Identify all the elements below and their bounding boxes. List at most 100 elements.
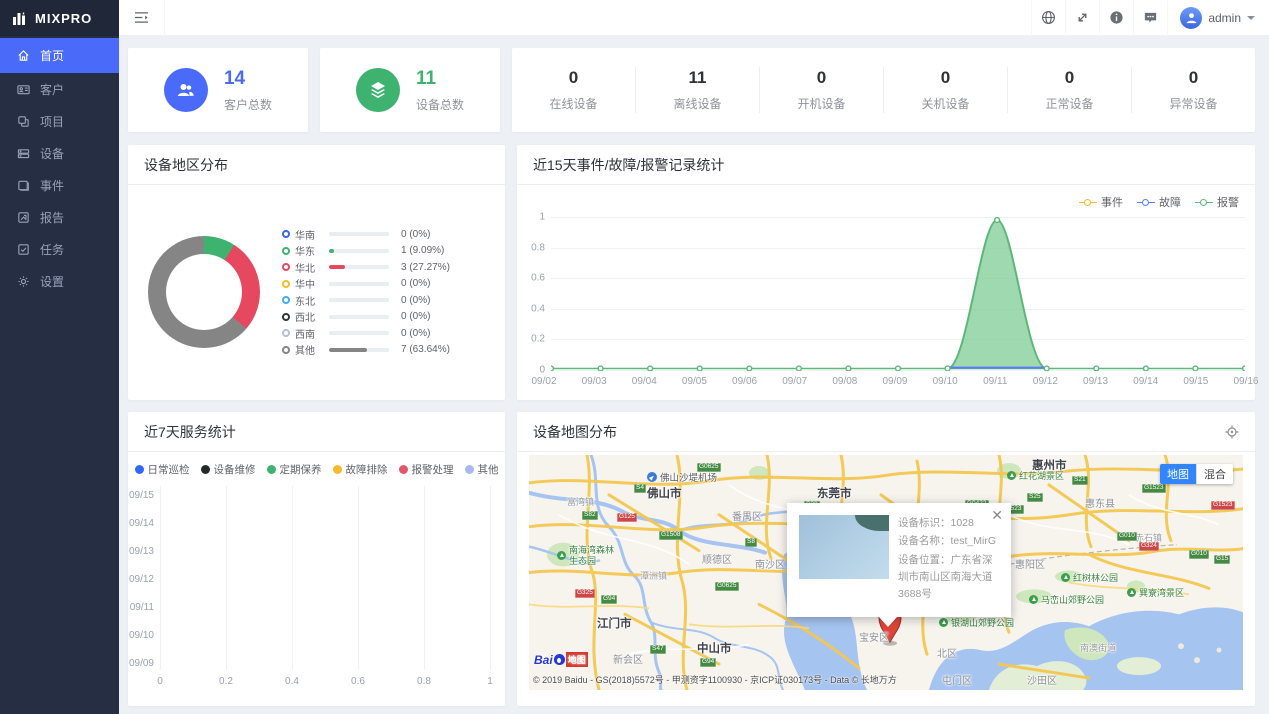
legend-row: 华中0 (0%) bbox=[282, 276, 491, 293]
avatar bbox=[1180, 7, 1202, 29]
devices-total-value: 11 bbox=[416, 68, 464, 90]
region-card-title: 设备地区分布 bbox=[128, 145, 505, 185]
y-tick: 0.8 bbox=[517, 243, 545, 254]
fullscreen-icon[interactable] bbox=[1065, 0, 1099, 36]
sidebar-item-devices[interactable]: 设备 bbox=[0, 137, 119, 169]
baidu-paw-icon bbox=[554, 654, 565, 665]
device-thumbnail bbox=[799, 515, 889, 579]
events-legend: 事件 故障 报警 bbox=[1079, 194, 1239, 210]
sidebar-item-customers[interactable]: 客户 bbox=[0, 73, 119, 105]
sidebar-item-tasks[interactable]: 任务 bbox=[0, 233, 119, 265]
legend-row: 其他7 (63.64%) bbox=[282, 342, 491, 359]
user-menu[interactable]: admin bbox=[1167, 0, 1269, 36]
legend-item[interactable]: 定期保养 bbox=[267, 462, 322, 477]
ring-marker bbox=[282, 263, 290, 271]
y-tick: 1 bbox=[517, 212, 545, 223]
message-icon[interactable] bbox=[1133, 0, 1167, 36]
sidebar-item-label: 事件 bbox=[40, 177, 64, 194]
service-legend: 日常巡检 设备维修 定期保养 故障排除 报警处理 其他 bbox=[128, 462, 505, 477]
customers-total-label: 客户总数 bbox=[224, 96, 272, 113]
map-label-park: 红树林公园 bbox=[1061, 571, 1118, 584]
park-icon bbox=[1029, 595, 1038, 604]
settings-icon bbox=[17, 275, 30, 288]
legend-item[interactable]: 报警 bbox=[1195, 194, 1239, 210]
customers-icon bbox=[164, 68, 208, 112]
road-badge: G94 bbox=[700, 658, 716, 667]
sidebar-item-projects[interactable]: 项目 bbox=[0, 105, 119, 137]
map-label-park: 南海湾森林生态园 bbox=[557, 545, 615, 567]
summary-row: 14 客户总数 11 设备总数 0在线设备 11离线设备 0 bbox=[128, 48, 1255, 132]
device-id-row: 设备标识：1028 bbox=[898, 515, 1001, 532]
charts-row-2: 近7天服务统计 日常巡检 设备维修 定期保养 故障排除 报警处理 其他 bbox=[128, 412, 1255, 706]
ring-marker bbox=[282, 296, 290, 304]
logo-icon bbox=[12, 11, 28, 25]
y-category: 09/13 bbox=[128, 546, 154, 557]
map-label-district: 北区 bbox=[937, 645, 957, 660]
sidebar-item-label: 任务 bbox=[40, 241, 64, 258]
sidebar-item-settings[interactable]: 设置 bbox=[0, 265, 119, 297]
events-card-title: 近15天事件/故障/报警记录统计 bbox=[517, 145, 1255, 185]
device-info-popup: ✕ 设备标识：1028 设备名称：test_MirG 设备位置：广东省深圳市南山… bbox=[787, 503, 1011, 617]
legend-item[interactable]: 报警处理 bbox=[399, 462, 454, 477]
road-badge: G1508 bbox=[659, 531, 683, 540]
ring-marker bbox=[282, 280, 290, 288]
sidebar-item-label: 设置 bbox=[40, 273, 64, 290]
menu-fold-icon[interactable] bbox=[119, 0, 165, 36]
road-badge: G010 bbox=[1117, 532, 1137, 541]
line-series bbox=[551, 217, 1245, 371]
map-label-district: 屯门区 bbox=[942, 672, 972, 687]
status-normal: 0正常设备 bbox=[1008, 67, 1132, 113]
legend-item[interactable]: 其他 bbox=[465, 462, 499, 477]
y-category: 09/15 bbox=[128, 490, 154, 501]
road-badge: S47 bbox=[650, 645, 666, 654]
sidebar-item-events[interactable]: 事件 bbox=[0, 169, 119, 201]
popup-tail bbox=[879, 617, 897, 627]
y-category: 09/11 bbox=[128, 602, 154, 613]
service-statistics-card: 近7天服务统计 日常巡检 设备维修 定期保养 故障排除 报警处理 其他 bbox=[128, 412, 505, 706]
close-icon[interactable]: ✕ bbox=[991, 508, 1003, 522]
legend-item[interactable]: 事件 bbox=[1079, 194, 1123, 210]
road-badge: G125 bbox=[617, 513, 637, 522]
sidebar-item-home[interactable]: 首页 bbox=[0, 38, 119, 73]
road-badge: S4 bbox=[634, 484, 646, 493]
app-logo: MIXPRO bbox=[0, 0, 119, 36]
customers-icon bbox=[17, 83, 30, 96]
status-abnormal: 0异常设备 bbox=[1132, 67, 1255, 113]
legend-row: 华北3 (27.27%) bbox=[282, 259, 491, 276]
devices-total-text: 11 设备总数 bbox=[416, 68, 464, 113]
x-axis-labels: 00.20.40.60.81 bbox=[145, 676, 505, 687]
airport-icon bbox=[647, 472, 657, 482]
map-label-town: 富湾镇 bbox=[567, 495, 594, 508]
devices-icon bbox=[17, 147, 30, 160]
baidu-map-canvas[interactable]: 佛山市 东莞市 惠州市 中山市 江门市 佛山沙堤机场 富湾镇 番禺区 顺德区 南… bbox=[529, 455, 1243, 690]
legend-item[interactable]: 故障排除 bbox=[333, 462, 388, 477]
legend-item[interactable]: 故障 bbox=[1137, 194, 1181, 210]
map-type-hybrid-button[interactable]: 混合 bbox=[1196, 464, 1233, 484]
sidebar-item-reports[interactable]: 报告 bbox=[0, 201, 119, 233]
legend-item[interactable]: 日常巡检 bbox=[135, 462, 190, 477]
map-label-city: 中山市 bbox=[697, 640, 732, 656]
map-label-district: 新会区 bbox=[613, 651, 643, 666]
status-offline: 11离线设备 bbox=[636, 67, 760, 113]
events-statistics-card: 近15天事件/故障/报警记录统计 事件 故障 报警 1 bbox=[517, 145, 1255, 400]
map-label-district: 惠阳区 bbox=[1015, 556, 1045, 571]
sidebar-item-label: 客户 bbox=[40, 81, 64, 98]
locate-icon[interactable] bbox=[1225, 425, 1239, 439]
legend-item[interactable]: 设备维修 bbox=[201, 462, 256, 477]
ring-marker bbox=[282, 313, 290, 321]
events-icon bbox=[17, 179, 30, 192]
y-tick: 0.4 bbox=[517, 304, 545, 315]
sidebar-item-label: 首页 bbox=[40, 47, 64, 64]
map-type-map-button[interactable]: 地图 bbox=[1160, 464, 1196, 484]
logo-text: MIXPRO bbox=[35, 11, 92, 26]
road-badge: G324 bbox=[1139, 542, 1159, 551]
header-actions: admin bbox=[1031, 0, 1269, 36]
username: admin bbox=[1208, 11, 1241, 25]
y-category: 09/10 bbox=[128, 630, 154, 641]
info-icon[interactable] bbox=[1099, 0, 1133, 36]
legend-row: 华南0 (0%) bbox=[282, 226, 491, 243]
dashboard-app: MIXPRO 首页 客户 项目 设备 事件 bbox=[0, 0, 1269, 714]
map-label-park: 巽寮湾景区 bbox=[1127, 586, 1184, 599]
language-globe-icon[interactable] bbox=[1031, 0, 1065, 36]
device-location-row: 设备位置：广东省深圳市南山区南海大道3688号 bbox=[898, 552, 1001, 604]
